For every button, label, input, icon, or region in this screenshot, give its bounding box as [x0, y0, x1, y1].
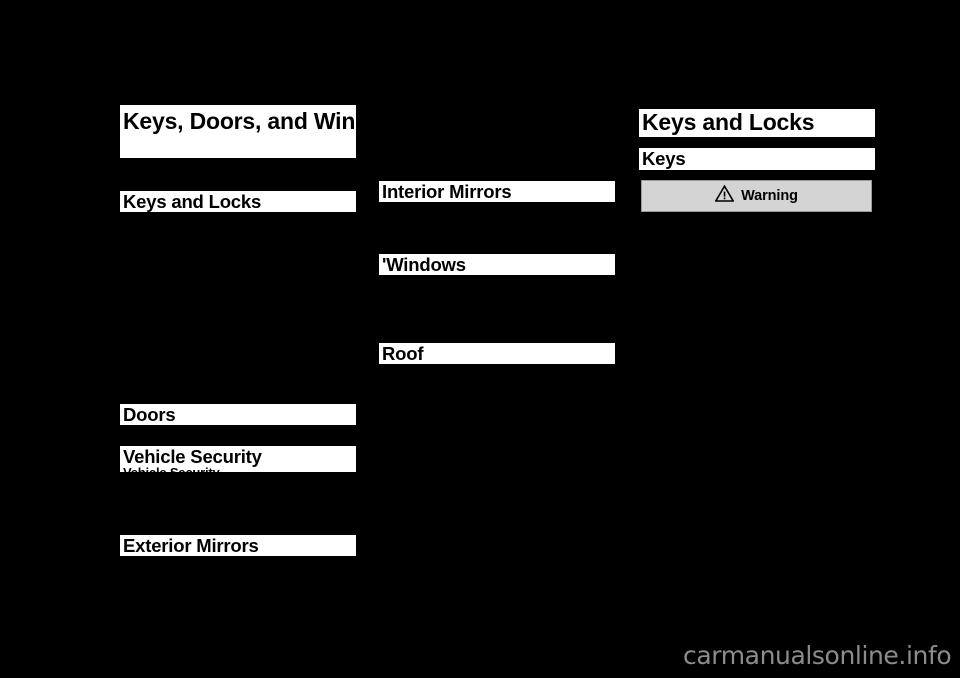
warning-callout: Warning — [641, 180, 872, 212]
page-heading-text: Keys and Locks — [642, 109, 815, 135]
section-doors[interactable]: Doors — [120, 404, 356, 425]
page-subheading-text: Keys — [642, 148, 686, 169]
section-keys-and-locks[interactable]: Keys and Locks — [120, 191, 356, 212]
manual-page: Keys, Doors, and Windows Keys and Locks … — [0, 0, 960, 678]
section-label: Exterior Mirrors — [123, 535, 259, 556]
section-label: Vehicle Security — [123, 446, 262, 467]
section-roof[interactable]: Roof — [379, 343, 615, 364]
section-exterior-mirrors[interactable]: Exterior Mirrors — [120, 535, 356, 556]
section-vehicle-security[interactable]: Vehicle Security Vehicle Security — [120, 446, 356, 472]
page-heading-keys-and-locks: Keys and Locks — [639, 109, 875, 137]
page-subheading-keys: Keys — [639, 148, 875, 170]
section-interior-mirrors[interactable]: Interior Mirrors — [379, 181, 615, 202]
warning-triangle-icon — [714, 184, 735, 207]
chapter-title-text: Keys, Doors, and Windows — [123, 108, 356, 134]
section-label: Roof — [382, 343, 424, 364]
section-label: Keys and Locks — [123, 191, 262, 212]
chapter-title: Keys, Doors, and Windows — [120, 105, 356, 158]
watermark: carmanualsonline.info — [683, 641, 952, 670]
section-windows[interactable]: 'Windows — [379, 254, 615, 275]
warning-label: Warning — [741, 188, 798, 204]
section-label: Doors — [123, 404, 176, 425]
section-label: Windows — [386, 254, 466, 275]
section-vehicle-security-clipped-entry: Vehicle Security — [123, 465, 353, 472]
section-label: Interior Mirrors — [382, 181, 512, 202]
